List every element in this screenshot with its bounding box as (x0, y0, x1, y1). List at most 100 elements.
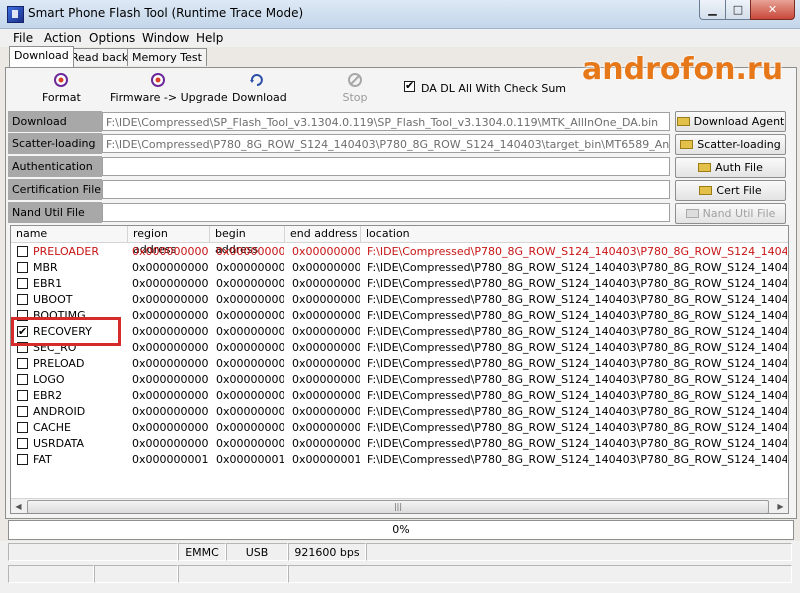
partition-name: UBOOT (33, 293, 73, 306)
title-bar[interactable]: Smart Phone Flash Tool (Runtime Trace Mo… (0, 0, 800, 29)
stop-icon (347, 72, 363, 88)
partition-end-address: 0x00000000... (292, 261, 360, 274)
partition-end-address: 0x00000000... (292, 421, 360, 434)
partition-location: F:\IDE\Compressed\P780_8G_ROW_S124_14040… (367, 357, 787, 370)
partition-checkbox[interactable] (17, 358, 28, 369)
tab-download[interactable]: Download (9, 46, 74, 67)
auth-file-label: Authentication File (8, 156, 102, 194)
menu-options[interactable]: Options (89, 31, 135, 45)
auth-file-field[interactable] (102, 157, 670, 176)
app-icon (7, 6, 24, 23)
partition-row[interactable]: EBR1 0x000000000... 0x00000000... 0x0000000… (11, 276, 788, 292)
menu-file[interactable]: File (13, 31, 33, 45)
scroll-right-icon[interactable]: ▶ (773, 499, 788, 513)
partition-end-address: 0x00000000... (292, 373, 360, 386)
column-name[interactable]: name (11, 226, 128, 242)
partition-region-address: 0x000000000... (132, 341, 208, 354)
partition-row[interactable]: USRDATA 0x0000000005... 0x00000000... 0x000… (11, 436, 788, 452)
firmware-upgrade-label: Firmware -> Upgrade (110, 91, 228, 104)
da-dl-checksum-label: DA DL All With Check Sum (421, 82, 567, 95)
partition-location: F:\IDE\Compressed\P780_8G_ROW_S124_14040… (367, 453, 787, 466)
partition-end-address: 0x00000000... (292, 405, 360, 418)
tab-memory-test[interactable]: Memory Test (127, 48, 207, 66)
partition-row[interactable]: LOGO 0x0000000001... 0x00000000... 0x000000… (11, 372, 788, 388)
close-button[interactable]: ✕ (750, 0, 795, 20)
partition-location: F:\IDE\Compressed\P780_8G_ROW_S124_14040… (367, 389, 787, 402)
partition-location: F:\IDE\Compressed\P780_8G_ROW_S124_14040… (367, 277, 787, 290)
partition-checkbox[interactable] (17, 278, 28, 289)
partition-row[interactable]: MBR 0x000000000... 0x00000000... 0x00000000… (11, 260, 788, 276)
download-agent-field[interactable]: F:\IDE\Compressed\SP_Flash_Tool_v3.1304.… (102, 112, 670, 131)
partition-row[interactable]: FAT 0x0000000011... 0x00000001... 0x0000000… (11, 452, 788, 468)
partition-begin-address: 0x00000000... (216, 341, 284, 354)
partition-list[interactable]: name region address begin address end ad… (10, 225, 789, 514)
partition-region-address: 0x000000000... (132, 293, 208, 306)
minimize-icon: ▁ (708, 3, 717, 16)
firmware-upgrade-button[interactable]: Firmware -> Upgrade (110, 72, 228, 104)
partition-row[interactable]: RECOVERY0x000000000...0x00000000...0x000… (11, 324, 788, 340)
partition-checkbox[interactable] (17, 406, 28, 417)
partition-row[interactable]: PRELOADER 0x000000000... 0x00000000... 0x00… (11, 244, 788, 260)
app-window: Smart Phone Flash Tool (Runtime Trace Mo… (0, 0, 800, 593)
partition-row[interactable]: SEC_RO0x000000000...0x00000000...0x00000… (11, 340, 788, 356)
menu-bar: File Action Options Window Help (0, 29, 800, 47)
partition-location: F:\IDE\Compressed\P780_8G_ROW_S124_14040… (367, 341, 787, 354)
partition-checkbox[interactable] (17, 422, 28, 433)
menu-help[interactable]: Help (196, 31, 223, 45)
partition-region-address: 0x0000000005... (132, 437, 208, 450)
nand-util-file-field[interactable] (102, 203, 670, 222)
stop-button[interactable]: Stop (340, 72, 370, 104)
partition-location: F:\IDE\Compressed\P780_8G_ROW_S124_14040… (367, 373, 787, 386)
format-label: Format (42, 91, 81, 104)
status-cell-empty-2 (366, 543, 792, 561)
partition-begin-address: 0x00000000... (216, 421, 284, 434)
scroll-thumb[interactable]: ||| (27, 500, 769, 513)
cert-file-button[interactable]: Cert File (675, 180, 786, 201)
partition-row[interactable]: CACHE 0x0000000004... 0x00000000... 0x00000… (11, 420, 788, 436)
column-region-address[interactable]: region address (128, 226, 210, 256)
menu-action[interactable]: Action (44, 31, 82, 45)
partition-region-address: 0x0000000004... (132, 421, 208, 434)
scroll-left-icon[interactable]: ◀ (11, 499, 26, 513)
partition-row[interactable]: ANDROID 0x0000000001... 0x00000000... 0x000… (11, 404, 788, 420)
minimize-button[interactable]: ▁ (699, 0, 726, 20)
nand-util-file-button-label: Nand Util File (702, 207, 776, 220)
partition-row[interactable]: BOOTIMG0x000000000...0x00000000...0x0000… (11, 308, 788, 324)
horizontal-scrollbar[interactable]: ◀ ||| ▶ (11, 498, 788, 513)
partition-region-address: 0x0000000001... (132, 389, 208, 402)
recovery-highlight-box (11, 317, 121, 346)
partition-checkbox[interactable] (17, 294, 28, 305)
tab-read-back[interactable]: Read back (66, 48, 134, 66)
partition-checkbox[interactable] (17, 390, 28, 401)
partition-row[interactable]: EBR2 0x0000000001... 0x00000000... 0x000000… (11, 388, 788, 404)
column-location[interactable]: location (361, 226, 788, 242)
partition-checkbox[interactable] (17, 438, 28, 449)
auth-file-button[interactable]: Auth File (675, 157, 786, 178)
partition-location: F:\IDE\Compressed\P780_8G_ROW_S124_14040… (367, 293, 787, 306)
partition-checkbox[interactable] (17, 374, 28, 385)
da-dl-checksum-checkbox[interactable] (404, 79, 415, 92)
scatter-loading-button[interactable]: Scatter-loading (675, 134, 786, 155)
cert-file-field[interactable] (102, 180, 670, 199)
status-cell-empty-5 (178, 565, 288, 583)
format-button[interactable]: Format (42, 72, 81, 104)
partition-row[interactable]: PRELOAD 0x000000000... 0x00000000... 0x0000… (11, 356, 788, 372)
scatter-loading-field[interactable]: F:\IDE\Compressed\P780_8G_ROW_S124_14040… (102, 134, 670, 153)
maximize-button[interactable]: □ (725, 0, 751, 20)
scatter-loading-label: Scatter-loading File (8, 133, 102, 171)
partition-begin-address: 0x00000000... (216, 373, 284, 386)
download-button[interactable]: Download (232, 72, 287, 104)
nand-util-file-button[interactable]: Nand Util File (675, 203, 786, 224)
partition-checkbox[interactable] (17, 246, 28, 257)
progress-bar: 0% (8, 520, 794, 540)
partition-checkbox[interactable] (17, 262, 28, 273)
partition-checkbox[interactable] (17, 454, 28, 465)
column-begin-address[interactable]: begin address (210, 226, 285, 256)
partition-begin-address: 0x00000000... (216, 357, 284, 370)
column-end-address[interactable]: end address (285, 226, 361, 242)
menu-window[interactable]: Window (142, 31, 189, 45)
partition-region-address: 0x0000000001... (132, 405, 208, 418)
partition-row[interactable]: UBOOT 0x000000000... 0x00000000... 0x000000… (11, 292, 788, 308)
scatter-loading-button-label: Scatter-loading (697, 138, 781, 151)
download-agent-button[interactable]: Download Agent (675, 111, 786, 132)
